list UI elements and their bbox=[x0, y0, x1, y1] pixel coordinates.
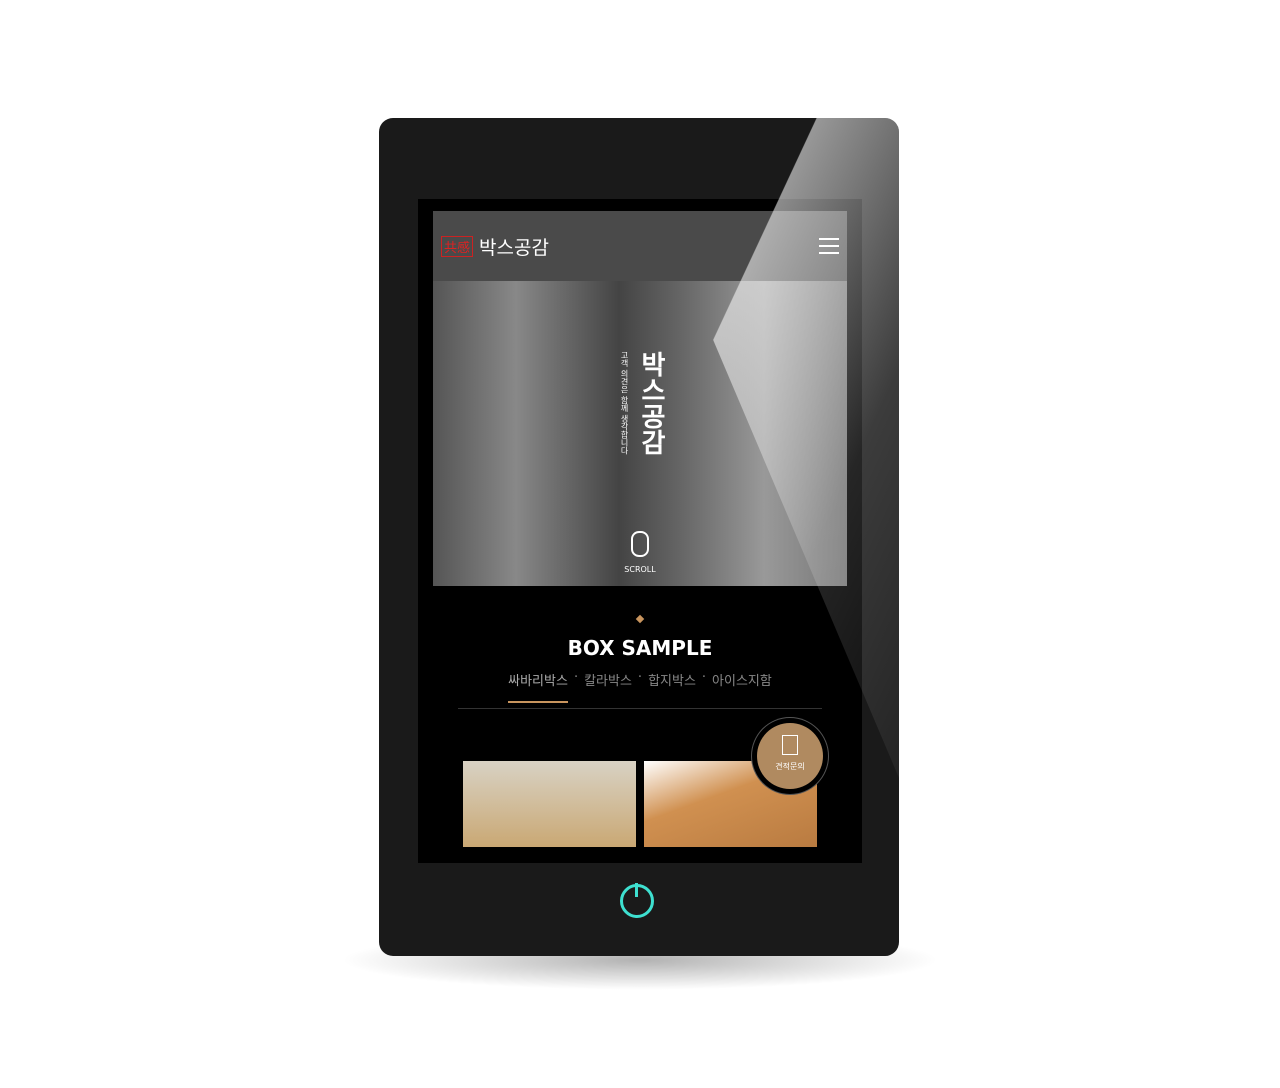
category-tabs: 싸바리박스 · 칼라박스 · 합지박스 · 아이스지함 bbox=[433, 670, 847, 703]
sample-image[interactable] bbox=[463, 761, 636, 847]
brand-name: 박스공감 bbox=[479, 236, 549, 259]
quote-label: 견적문의 bbox=[775, 762, 805, 771]
divider bbox=[458, 708, 822, 709]
separator: · bbox=[637, 670, 643, 685]
power-icon[interactable] bbox=[620, 883, 654, 918]
separator: · bbox=[701, 670, 707, 685]
calculator-icon bbox=[782, 735, 798, 755]
tab-hapji[interactable]: 합지박스 bbox=[648, 670, 696, 703]
tab-color[interactable]: 칼라박스 bbox=[584, 670, 632, 703]
hero-subtitle: 고객 의견은 함께 생각합니다 bbox=[620, 351, 629, 455]
hero-title: 박스공감 bbox=[636, 351, 666, 455]
separator: · bbox=[573, 670, 579, 685]
diamond-icon bbox=[635, 614, 645, 624]
logo-seal: 共感 bbox=[441, 235, 474, 257]
scroll-indicator[interactable]: SCROLL bbox=[433, 531, 847, 574]
tab-ssabari[interactable]: 싸바리박스 bbox=[508, 670, 568, 703]
box-sample-section: BOX SAMPLE 싸바리박스 · 칼라박스 · 합지박스 · 아이스지함 bbox=[433, 614, 847, 709]
quote-request-button[interactable]: 견적문의 bbox=[757, 723, 823, 789]
mouse-icon bbox=[631, 531, 649, 557]
scroll-label: SCROLL bbox=[624, 565, 656, 574]
logo[interactable]: 共感 박스공감 bbox=[441, 233, 549, 260]
tablet-frame: 共感 박스공감 고객 의견은 함께 생각합니다 박스공감 SCROLL BOX … bbox=[379, 118, 899, 956]
tab-ice[interactable]: 아이스지함 bbox=[712, 670, 772, 703]
section-title: BOX SAMPLE bbox=[567, 636, 713, 660]
